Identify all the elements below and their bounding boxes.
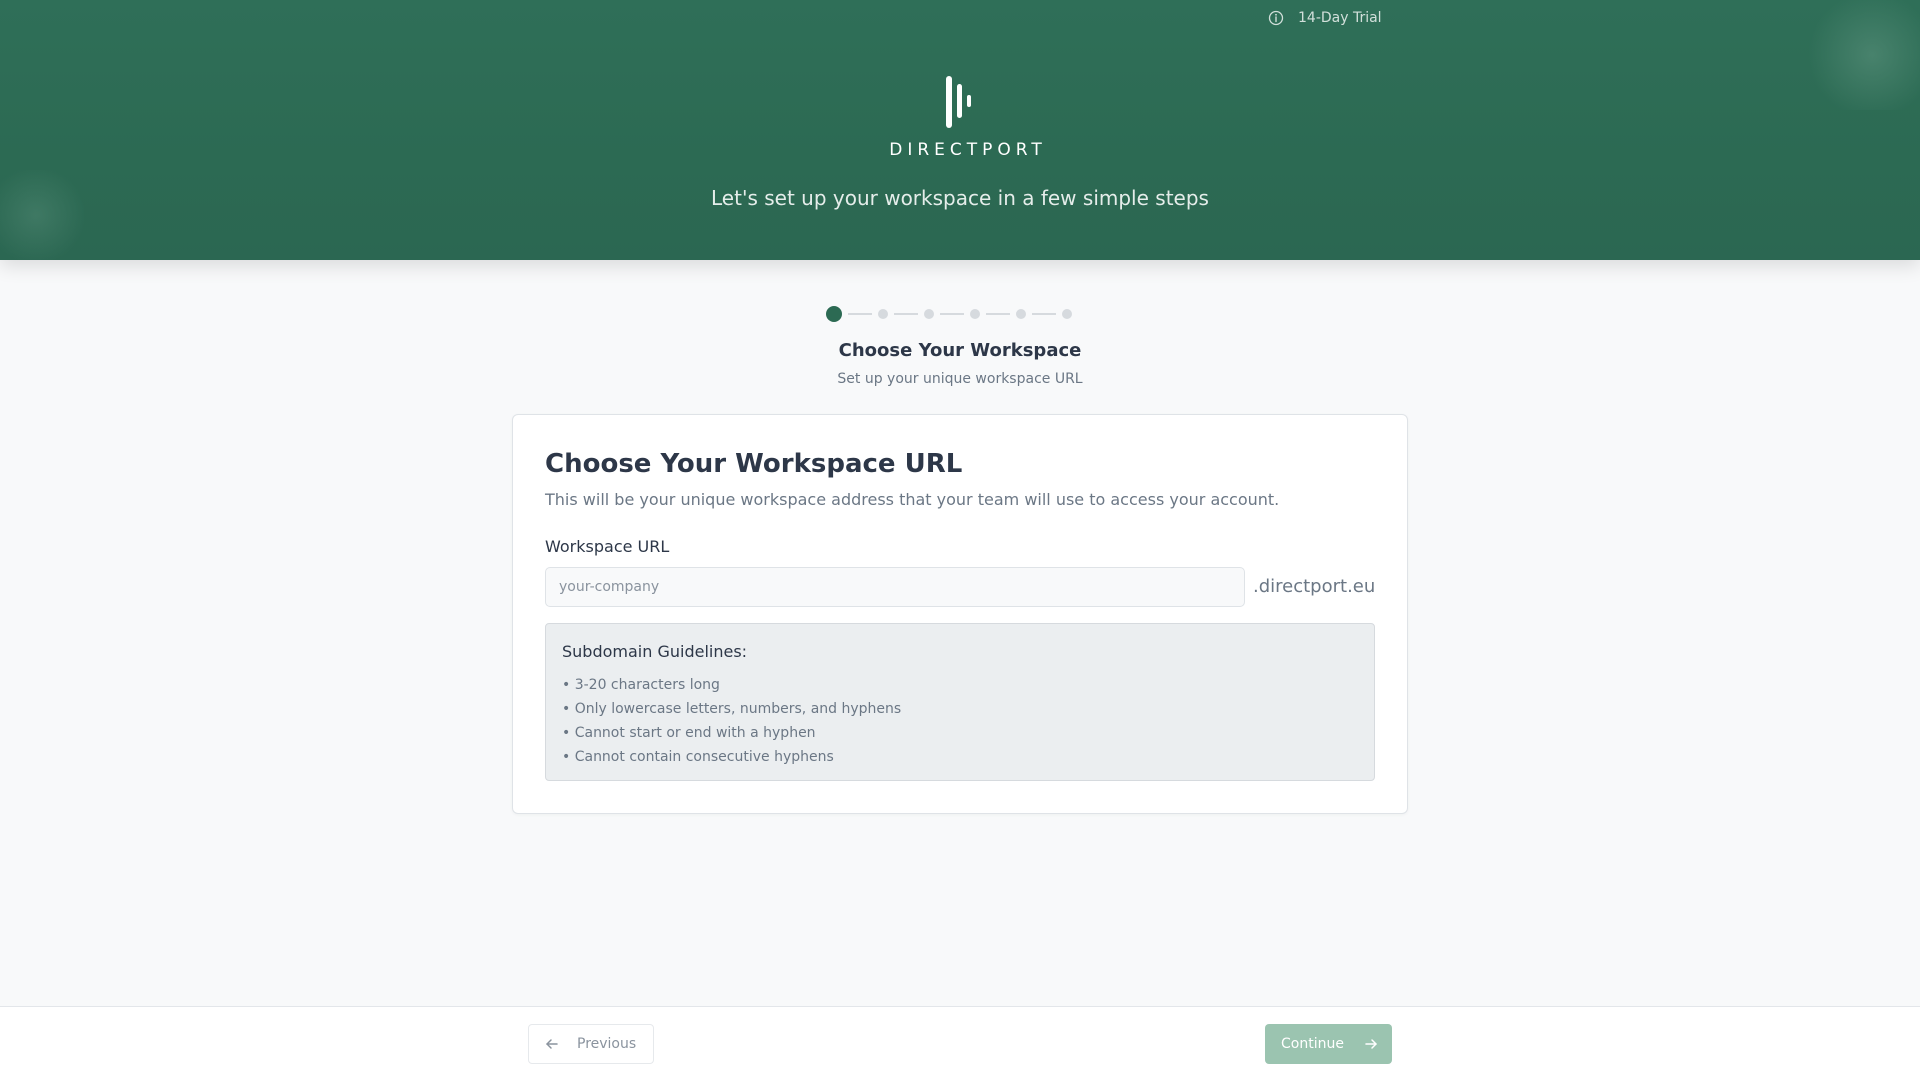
domain-suffix: .directport.eu <box>1253 576 1376 597</box>
step-connector <box>848 313 872 315</box>
decorative-blob <box>0 170 90 260</box>
guideline-item: • Cannot start or end with a hyphen <box>562 725 816 741</box>
step-dot-3 <box>924 309 934 319</box>
workspace-url-input[interactable] <box>545 567 1245 607</box>
guideline-item: • Only lowercase letters, numbers, and h… <box>562 701 902 717</box>
previous-button[interactable]: Previous <box>528 1024 654 1064</box>
info-circle-icon <box>1268 10 1284 26</box>
step-dot-4 <box>970 309 980 319</box>
brand-name: DIRECTPORT <box>889 140 1047 160</box>
trial-badge: 14-Day Trial <box>1268 9 1382 27</box>
workspace-url-card: Choose Your Workspace URL This will be y… <box>512 414 1408 814</box>
step-connector <box>1032 313 1056 315</box>
tagline: Let's set up your workspace in a few sim… <box>711 186 1209 210</box>
trial-label: 14-Day Trial <box>1298 10 1382 26</box>
guideline-item: • Cannot contain consecutive hyphens <box>562 749 834 765</box>
arrow-right-icon <box>1364 1037 1378 1051</box>
directport-logo <box>944 74 976 130</box>
subdomain-guidelines: Subdomain Guidelines: • 3-20 characters … <box>545 623 1375 781</box>
continue-button[interactable]: Continue <box>1265 1024 1392 1064</box>
header-banner: 14-Day Trial DIRECTPORT Let's set up you… <box>0 0 1920 260</box>
step-title: Choose Your Workspace <box>838 340 1082 361</box>
step-subtitle: Set up your unique workspace URL <box>837 371 1083 387</box>
decorative-blob <box>1800 0 1920 110</box>
arrow-left-icon <box>545 1037 559 1051</box>
card-description: This will be your unique workspace addre… <box>545 490 1280 509</box>
continue-label: Continue <box>1281 1036 1344 1052</box>
step-dot-2 <box>878 309 888 319</box>
guidelines-title: Subdomain Guidelines: <box>562 642 748 661</box>
step-progress <box>826 306 1072 322</box>
guidelines-list: • 3-20 characters long • Only lowercase … <box>562 673 901 769</box>
card-title: Choose Your Workspace URL <box>545 449 963 479</box>
guideline-item: • 3-20 characters long <box>562 677 720 693</box>
workspace-url-label: Workspace URL <box>545 537 670 556</box>
step-connector <box>986 313 1010 315</box>
previous-label: Previous <box>577 1036 637 1052</box>
step-dot-6 <box>1062 309 1072 319</box>
footer-nav: Previous Continue <box>0 1006 1920 1080</box>
step-dot-5 <box>1016 309 1026 319</box>
step-connector <box>894 313 918 315</box>
step-connector <box>940 313 964 315</box>
step-dot-1 <box>826 306 842 322</box>
